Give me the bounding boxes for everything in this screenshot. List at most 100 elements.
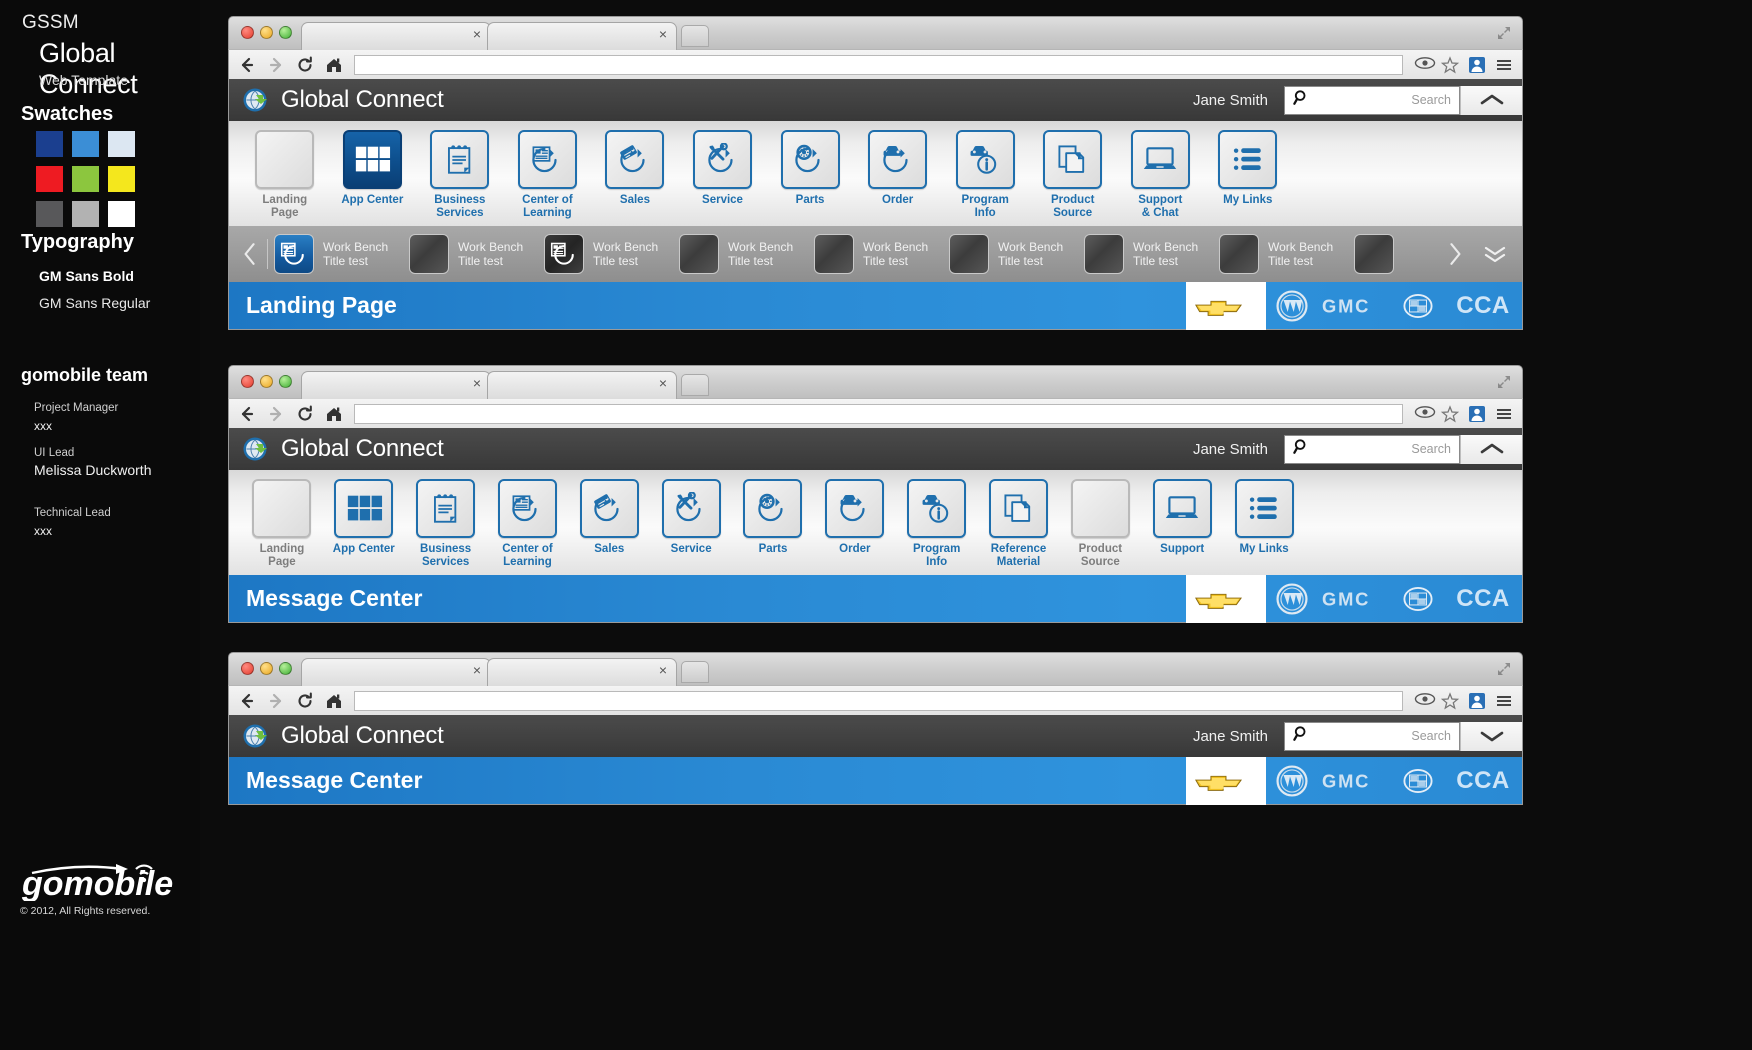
chevron-right-icon[interactable] bbox=[1438, 241, 1472, 267]
nav-tile-app-center[interactable]: App Center bbox=[323, 479, 405, 569]
workbench-blank-icon[interactable] bbox=[1354, 234, 1394, 274]
nav-tile-parts[interactable]: Parts bbox=[732, 479, 814, 569]
nav-tile-order[interactable]: Order bbox=[814, 479, 896, 569]
eye-icon[interactable] bbox=[1414, 692, 1436, 710]
list-icon[interactable] bbox=[1218, 130, 1278, 189]
fullscreen-icon[interactable] bbox=[1496, 661, 1512, 677]
brand-logo-cca[interactable]: CCA bbox=[1444, 282, 1522, 330]
star-icon[interactable] bbox=[1440, 691, 1460, 710]
workbench-item[interactable]: Work Bench Title test bbox=[814, 234, 943, 274]
browser-tab-2[interactable]: × bbox=[487, 22, 677, 50]
grid-icon[interactable] bbox=[342, 130, 402, 189]
nav-tile-app-center[interactable]: App Center bbox=[329, 130, 417, 220]
tag-refresh-icon[interactable] bbox=[605, 130, 665, 189]
nav-tile-reference[interactable]: Reference Material bbox=[978, 479, 1060, 569]
url-input[interactable] bbox=[354, 54, 1403, 75]
window-controls[interactable] bbox=[241, 26, 292, 39]
landing-page-icon[interactable] bbox=[255, 130, 315, 189]
search-box[interactable]: Search bbox=[1284, 434, 1460, 464]
article-refresh-icon[interactable] bbox=[497, 479, 557, 538]
tab-close-icon[interactable]: × bbox=[659, 663, 667, 677]
brand-logo-buick[interactable] bbox=[1266, 757, 1318, 805]
collapse-nav-button[interactable] bbox=[1460, 434, 1522, 464]
nav-tile-business[interactable]: Business Services bbox=[416, 130, 504, 220]
nav-tile-landing[interactable]: Landing Page bbox=[241, 130, 329, 220]
home-icon[interactable] bbox=[325, 56, 343, 74]
laptop-icon[interactable] bbox=[1130, 130, 1190, 189]
zoom-window-button[interactable] bbox=[279, 26, 292, 39]
brand-logo-chevrolet[interactable] bbox=[1186, 281, 1266, 330]
workbench-blank-icon[interactable] bbox=[409, 234, 449, 274]
wheel-refresh-icon[interactable] bbox=[743, 479, 803, 538]
brand-logo-chevrolet[interactable] bbox=[1186, 756, 1266, 805]
nav-tile-center-of[interactable]: Center of Learning bbox=[487, 479, 569, 569]
car-refresh-icon[interactable] bbox=[825, 479, 885, 538]
url-input[interactable] bbox=[354, 403, 1403, 424]
user-name[interactable]: Jane Smith bbox=[1193, 728, 1268, 745]
workbench-blank-icon[interactable] bbox=[1219, 234, 1259, 274]
hamburger-menu-icon[interactable] bbox=[1495, 692, 1513, 710]
workbench-item[interactable]: Work Bench Title test bbox=[1219, 234, 1348, 274]
notepad-icon[interactable] bbox=[416, 479, 476, 538]
back-arrow-icon[interactable] bbox=[238, 56, 256, 74]
fullscreen-icon[interactable] bbox=[1496, 374, 1512, 390]
brand-logo-gmc[interactable]: GMC bbox=[1318, 575, 1392, 623]
workbench-item[interactable]: Work Bench Title test bbox=[409, 234, 538, 274]
wheel-refresh-icon[interactable] bbox=[780, 130, 840, 189]
copy-docs-icon[interactable] bbox=[989, 479, 1049, 538]
nav-tile-my-links[interactable]: My Links bbox=[1223, 479, 1305, 569]
car-info-icon[interactable] bbox=[907, 479, 967, 538]
tools-refresh-icon[interactable] bbox=[693, 130, 752, 189]
list-icon[interactable] bbox=[1234, 479, 1294, 538]
minimize-window-button[interactable] bbox=[260, 375, 273, 388]
tab-close-icon[interactable]: × bbox=[473, 27, 481, 41]
brand-logo-gmc[interactable]: GMC bbox=[1318, 282, 1392, 330]
search-box[interactable]: Search bbox=[1284, 721, 1460, 751]
search-icon[interactable] bbox=[1293, 725, 1310, 747]
reload-icon[interactable] bbox=[296, 56, 314, 74]
reload-icon[interactable] bbox=[296, 405, 314, 423]
brand-logo-cca[interactable]: CCA bbox=[1444, 757, 1522, 805]
notepad-icon[interactable] bbox=[430, 130, 490, 189]
forward-arrow-icon[interactable] bbox=[267, 56, 285, 74]
hamburger-menu-icon[interactable] bbox=[1495, 405, 1513, 423]
zoom-window-button[interactable] bbox=[279, 375, 292, 388]
nav-tile-program[interactable]: Program Info bbox=[941, 130, 1029, 220]
workbench-blank-icon[interactable] bbox=[814, 234, 854, 274]
window-controls[interactable] bbox=[241, 375, 292, 388]
zoom-window-button[interactable] bbox=[279, 662, 292, 675]
back-arrow-icon[interactable] bbox=[238, 692, 256, 710]
nav-tile-landing[interactable]: Landing Page bbox=[241, 479, 323, 569]
workbench-item[interactable]: Work Bench Title test bbox=[544, 234, 673, 274]
back-arrow-icon[interactable] bbox=[238, 405, 256, 423]
browser-tab-1[interactable]: × bbox=[301, 22, 491, 50]
user-icon[interactable] bbox=[1468, 692, 1486, 710]
laptop-icon[interactable] bbox=[1152, 479, 1212, 538]
nav-tile-business[interactable]: Business Services bbox=[405, 479, 487, 569]
brand-logo-buick[interactable] bbox=[1266, 575, 1318, 623]
nav-tile-program[interactable]: Program Info bbox=[896, 479, 978, 569]
new-tab-button[interactable] bbox=[681, 374, 709, 396]
tab-close-icon[interactable]: × bbox=[473, 376, 481, 390]
nav-tile-order[interactable]: Order bbox=[854, 130, 942, 220]
browser-tab-1[interactable]: × bbox=[301, 658, 491, 686]
tools-refresh-icon[interactable] bbox=[661, 479, 721, 538]
minimize-window-button[interactable] bbox=[260, 26, 273, 39]
chevron-left-icon[interactable] bbox=[233, 241, 267, 267]
nav-tile-parts[interactable]: Parts bbox=[766, 130, 854, 220]
close-window-button[interactable] bbox=[241, 26, 254, 39]
car-refresh-icon[interactable] bbox=[868, 130, 928, 189]
nav-tile-my-links[interactable]: My Links bbox=[1204, 130, 1292, 220]
user-name[interactable]: Jane Smith bbox=[1193, 441, 1268, 458]
new-tab-button[interactable] bbox=[681, 25, 709, 47]
brand-logo-chevrolet[interactable] bbox=[1186, 574, 1266, 623]
forward-arrow-icon[interactable] bbox=[267, 405, 285, 423]
new-tab-button[interactable] bbox=[681, 661, 709, 683]
nav-tile-product[interactable]: Product Source bbox=[1029, 130, 1117, 220]
fullscreen-icon[interactable] bbox=[1496, 25, 1512, 41]
minimize-window-button[interactable] bbox=[260, 662, 273, 675]
workbench-blank-icon[interactable] bbox=[1084, 234, 1124, 274]
car-info-icon[interactable] bbox=[955, 130, 1015, 189]
close-window-button[interactable] bbox=[241, 662, 254, 675]
search-icon[interactable] bbox=[1293, 89, 1310, 111]
